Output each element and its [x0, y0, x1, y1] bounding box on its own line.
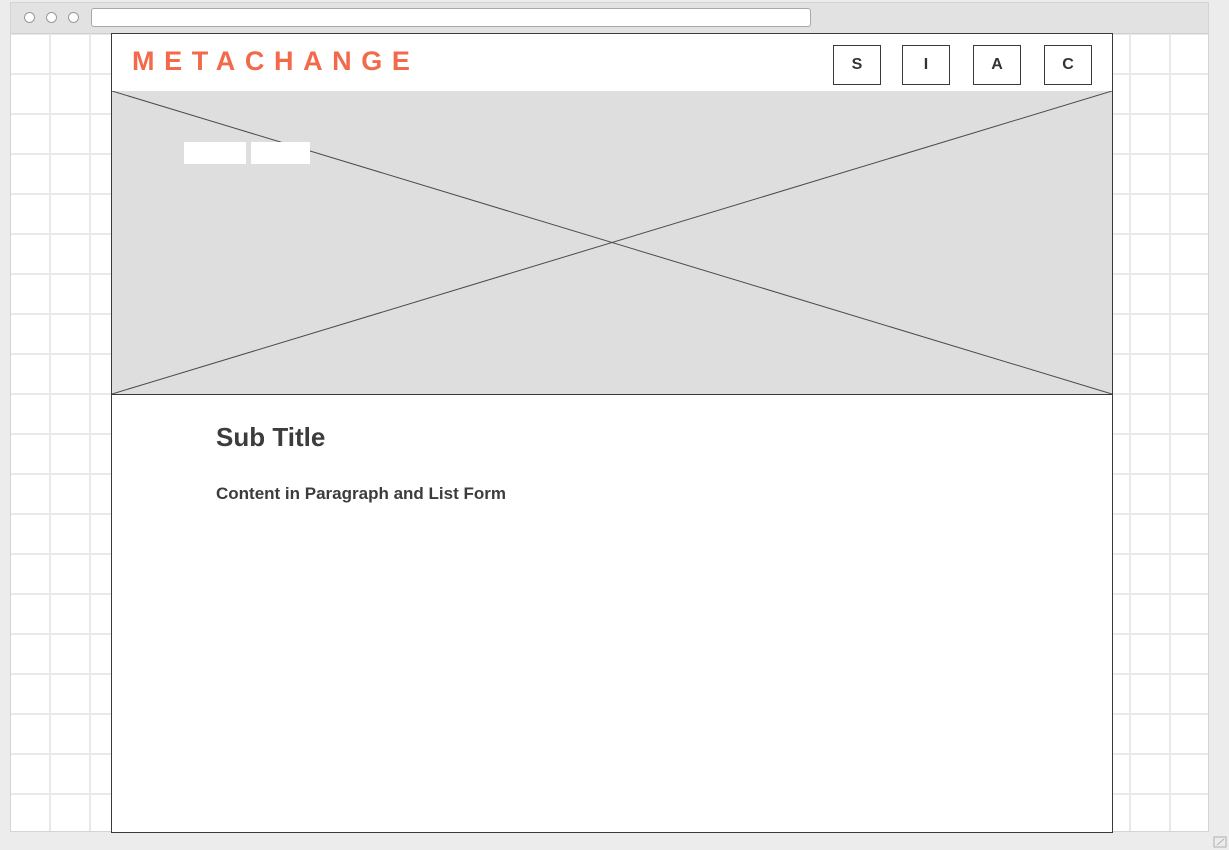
- site-header: METACHANGE S I A C: [112, 34, 1112, 92]
- close-window-icon[interactable]: [24, 12, 35, 23]
- nav-button-a[interactable]: A: [973, 45, 1021, 85]
- image-placeholder-cross-icon: [112, 91, 1112, 395]
- hero-button-placeholder-1[interactable]: [184, 142, 246, 164]
- nav-button-s[interactable]: S: [833, 45, 881, 85]
- minimize-window-icon[interactable]: [46, 12, 57, 23]
- content-text: Content in Paragraph and List Form: [216, 484, 506, 503]
- address-bar[interactable]: [91, 8, 811, 27]
- hero-button-placeholder-2[interactable]: [251, 142, 310, 164]
- sub-title: Sub Title: [216, 422, 326, 452]
- site-logo[interactable]: METACHANGE: [132, 46, 420, 76]
- hero-image-placeholder: [112, 91, 1112, 395]
- page-frame: METACHANGE S I A C Sub Title Content in …: [111, 33, 1113, 833]
- browser-titlebar: [11, 3, 1208, 34]
- maximize-window-icon[interactable]: [68, 12, 79, 23]
- nav-button-i[interactable]: I: [902, 45, 950, 85]
- resize-handle-icon[interactable]: [1213, 836, 1227, 848]
- nav-button-c[interactable]: C: [1044, 45, 1092, 85]
